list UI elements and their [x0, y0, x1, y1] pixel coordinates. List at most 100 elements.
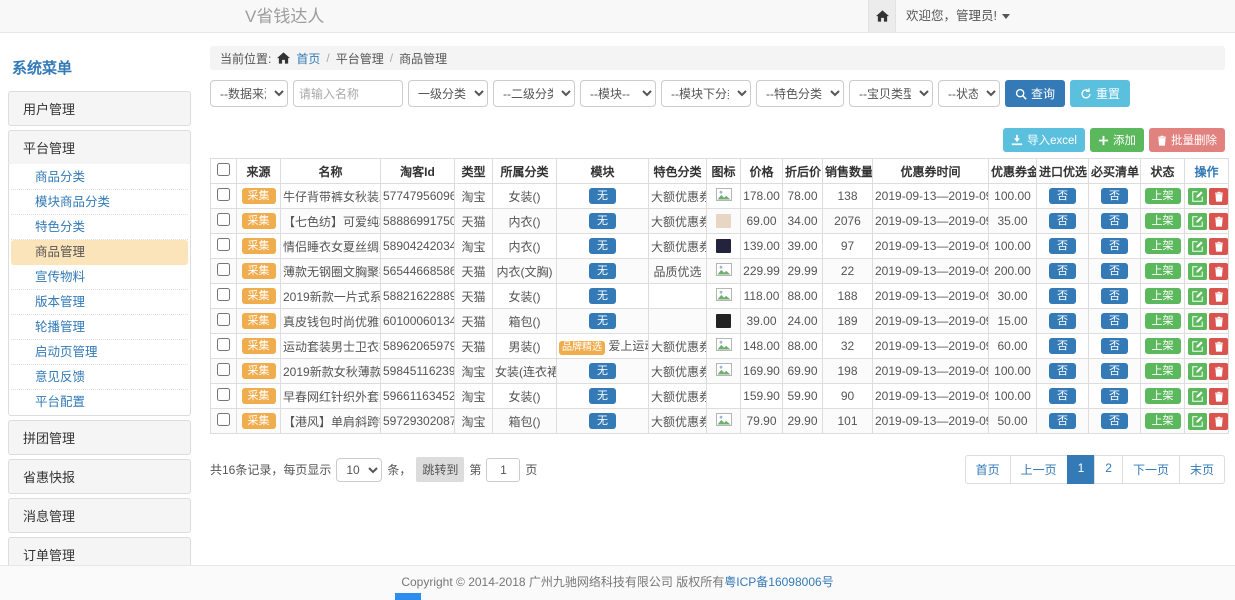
page-button-下一页[interactable]: 下一页 — [1122, 455, 1180, 484]
row-checkbox[interactable] — [217, 188, 230, 201]
sidebar-item-平台配置[interactable]: 平台配置 — [11, 390, 188, 414]
page-button-1[interactable]: 1 — [1067, 455, 1096, 484]
import-select-toggle[interactable]: 否 — [1049, 263, 1076, 279]
jump-page-input[interactable] — [486, 458, 520, 482]
import-select-toggle[interactable]: 否 — [1049, 388, 1076, 404]
import-select-toggle[interactable]: 否 — [1049, 313, 1076, 329]
import-select-toggle[interactable]: 否 — [1049, 213, 1076, 229]
delete-button[interactable] — [1209, 313, 1228, 330]
delete-button[interactable] — [1209, 288, 1228, 305]
delete-button[interactable] — [1209, 263, 1228, 280]
filter-select-二级分类[interactable]: --二级分类-- — [493, 80, 575, 107]
batch-delete-button[interactable]: 批量删除 — [1149, 128, 1225, 152]
sidebar-item-拼团管理[interactable]: 拼团管理 — [8, 420, 191, 455]
sidebar-item-版本管理[interactable]: 版本管理 — [11, 290, 188, 315]
delete-button[interactable] — [1209, 338, 1228, 355]
row-checkbox[interactable] — [217, 213, 230, 226]
delete-button[interactable] — [1209, 213, 1228, 230]
name-search-input[interactable] — [293, 80, 403, 107]
breadcrumb-home-link[interactable]: 首页 — [296, 50, 320, 67]
edit-button[interactable] — [1188, 238, 1207, 255]
jump-button[interactable]: 跳转到 — [416, 457, 464, 482]
sidebar-item-商品管理[interactable]: 商品管理 — [11, 240, 188, 265]
import-select-toggle[interactable]: 否 — [1049, 288, 1076, 304]
filter-select-数据来源[interactable]: --数据来源-- — [210, 80, 288, 107]
select-all-checkbox[interactable] — [217, 163, 230, 176]
delete-button[interactable] — [1209, 238, 1228, 255]
user-menu[interactable]: 欢迎您，管理员! — [906, 0, 1010, 32]
page-button-上一页[interactable]: 上一页 — [1010, 455, 1068, 484]
filter-select-一级分类[interactable]: 一级分类 — [408, 80, 488, 107]
must-buy-toggle[interactable]: 否 — [1101, 313, 1128, 329]
row-checkbox[interactable] — [217, 288, 230, 301]
sidebar-item-省惠快报[interactable]: 省惠快报 — [8, 459, 191, 494]
must-buy-toggle[interactable]: 否 — [1101, 188, 1128, 204]
page-button-2[interactable]: 2 — [1094, 455, 1123, 484]
per-page-select[interactable]: 10 — [336, 458, 382, 482]
import-select-toggle[interactable]: 否 — [1049, 413, 1076, 429]
add-button[interactable]: 添加 — [1090, 128, 1144, 152]
status-badge[interactable]: 上架 — [1145, 388, 1181, 404]
import-select-toggle[interactable]: 否 — [1049, 188, 1076, 204]
must-buy-toggle[interactable]: 否 — [1101, 388, 1128, 404]
sidebar-item-轮播管理[interactable]: 轮播管理 — [11, 315, 188, 340]
status-badge[interactable]: 上架 — [1145, 238, 1181, 254]
status-badge[interactable]: 上架 — [1145, 313, 1181, 329]
filter-select-模块下分类[interactable]: --模块下分类-- — [661, 80, 751, 107]
sidebar-item-特色分类[interactable]: 特色分类 — [11, 215, 188, 240]
delete-button[interactable] — [1209, 413, 1228, 430]
bottom-scrollbar-thumb[interactable] — [395, 593, 421, 600]
row-checkbox[interactable] — [217, 413, 230, 426]
delete-button[interactable] — [1209, 188, 1228, 205]
sidebar-item-订单管理[interactable]: 订单管理 — [8, 537, 191, 565]
must-buy-toggle[interactable]: 否 — [1101, 263, 1128, 279]
must-buy-toggle[interactable]: 否 — [1101, 363, 1128, 379]
import-select-toggle[interactable]: 否 — [1049, 363, 1076, 379]
sidebar-item-用户管理[interactable]: 用户管理 — [8, 91, 191, 126]
status-badge[interactable]: 上架 — [1145, 413, 1181, 429]
filter-select-模块[interactable]: --模块-- — [580, 80, 656, 107]
status-badge[interactable]: 上架 — [1145, 288, 1181, 304]
search-button[interactable]: 查询 — [1005, 80, 1065, 107]
must-buy-toggle[interactable]: 否 — [1101, 238, 1128, 254]
row-checkbox[interactable] — [217, 363, 230, 376]
sidebar-item-启动页管理[interactable]: 启动页管理 — [11, 340, 188, 365]
edit-button[interactable] — [1188, 313, 1207, 330]
edit-button[interactable] — [1188, 263, 1207, 280]
icp-link[interactable]: 粤ICP备16098006号 — [724, 575, 833, 589]
edit-button[interactable] — [1188, 188, 1207, 205]
delete-button[interactable] — [1209, 363, 1228, 380]
must-buy-toggle[interactable]: 否 — [1101, 213, 1128, 229]
home-nav-button[interactable] — [868, 0, 896, 32]
filter-select-特色分类[interactable]: --特色分类-- — [756, 80, 844, 107]
sidebar-item-平台管理[interactable]: 平台管理 — [8, 130, 191, 165]
edit-button[interactable] — [1188, 388, 1207, 405]
sidebar-item-消息管理[interactable]: 消息管理 — [8, 498, 191, 533]
edit-button[interactable] — [1188, 363, 1207, 380]
filter-select-宝贝类型[interactable]: --宝贝类型-- — [849, 80, 933, 107]
page-button-末页[interactable]: 末页 — [1179, 455, 1225, 484]
row-checkbox[interactable] — [217, 388, 230, 401]
sidebar-item-模块商品分类[interactable]: 模块商品分类 — [11, 190, 188, 215]
row-checkbox[interactable] — [217, 338, 230, 351]
row-checkbox[interactable] — [217, 313, 230, 326]
edit-button[interactable] — [1188, 288, 1207, 305]
edit-button[interactable] — [1188, 413, 1207, 430]
import-select-toggle[interactable]: 否 — [1049, 338, 1076, 354]
status-badge[interactable]: 上架 — [1145, 363, 1181, 379]
import-select-toggle[interactable]: 否 — [1049, 238, 1076, 254]
row-checkbox[interactable] — [217, 263, 230, 276]
row-checkbox[interactable] — [217, 238, 230, 251]
must-buy-toggle[interactable]: 否 — [1101, 288, 1128, 304]
status-badge[interactable]: 上架 — [1145, 213, 1181, 229]
sidebar-item-宣传物料[interactable]: 宣传物料 — [11, 265, 188, 290]
delete-button[interactable] — [1209, 388, 1228, 405]
status-badge[interactable]: 上架 — [1145, 338, 1181, 354]
sidebar-item-商品分类[interactable]: 商品分类 — [11, 165, 188, 190]
page-button-首页[interactable]: 首页 — [965, 455, 1011, 484]
sidebar-item-意见反馈[interactable]: 意见反馈 — [11, 365, 188, 390]
reset-button[interactable]: 重置 — [1070, 80, 1130, 107]
edit-button[interactable] — [1188, 213, 1207, 230]
edit-button[interactable] — [1188, 338, 1207, 355]
status-badge[interactable]: 上架 — [1145, 188, 1181, 204]
